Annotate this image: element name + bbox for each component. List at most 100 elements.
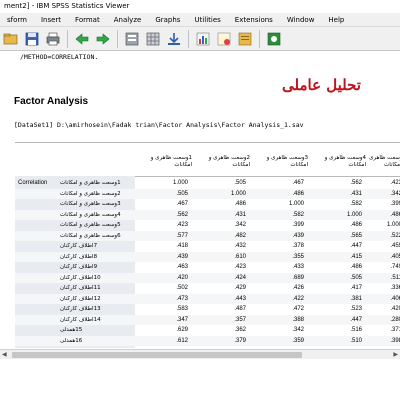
table-cell: .417 bbox=[350, 285, 362, 291]
insert-text-icon[interactable] bbox=[215, 30, 233, 48]
table-cell: .473 bbox=[176, 295, 188, 302]
column-header: 2وسعت ظاهری و امکانات bbox=[208, 155, 250, 168]
table-cell: .689 bbox=[292, 274, 304, 281]
table-cell: .467 bbox=[176, 201, 188, 207]
toolbar-separator bbox=[117, 29, 118, 48]
table-cell: .486 bbox=[350, 222, 362, 228]
table-row: 4وسعت ظاهری و امکانات .562 .431 .582 1.000 .4… bbox=[15, 209, 400, 220]
back-arrow-icon[interactable] bbox=[73, 30, 91, 48]
table-cell: .510 bbox=[350, 337, 362, 344]
table-cell: .357 bbox=[234, 316, 246, 323]
table-cell: .439 bbox=[176, 253, 188, 260]
table-cell: .487 bbox=[234, 306, 246, 312]
table-cell: .523 bbox=[350, 306, 362, 312]
table-cell: .388 bbox=[292, 316, 304, 323]
table-cell: .423 bbox=[390, 180, 400, 186]
table-cell: .582 bbox=[292, 211, 304, 218]
menu-utilities[interactable]: Utilities bbox=[187, 13, 227, 26]
column-header: 3وسعت ظاهری و امکانات bbox=[266, 155, 308, 168]
table-cell: .459 bbox=[390, 243, 400, 249]
row-label: 15همدلی bbox=[60, 327, 83, 333]
table-cell: .565 bbox=[350, 232, 362, 239]
table-row: 5وسعت ظاهری و امکانات .423 .342 .399 .486 1.0… bbox=[15, 220, 400, 230]
table-cell: .610 bbox=[234, 253, 246, 260]
menu-graphs[interactable]: Graphs bbox=[148, 13, 187, 26]
open-file-icon[interactable] bbox=[2, 30, 20, 48]
designate-window-icon[interactable] bbox=[265, 30, 283, 48]
menu-help[interactable]: Help bbox=[321, 13, 351, 26]
chart-icon[interactable] bbox=[194, 30, 212, 48]
table-cell: .447 bbox=[350, 243, 362, 249]
row-label: 14اطلاف کارکنان bbox=[60, 316, 101, 323]
table-cell: .486 bbox=[292, 190, 304, 197]
table-cell: .562 bbox=[350, 180, 362, 186]
toolbar-separator bbox=[67, 29, 68, 48]
row-label: 10اطلاف کارکنان bbox=[60, 274, 101, 281]
table-cell: .486 bbox=[390, 211, 400, 218]
scrollbar-thumb[interactable] bbox=[12, 352, 302, 358]
table-corner bbox=[15, 143, 135, 177]
table-cell: .463 bbox=[176, 264, 188, 270]
menu-transform[interactable]: sform bbox=[0, 13, 34, 26]
menu-analyze[interactable]: Analyze bbox=[107, 13, 149, 26]
table-cell: .582 bbox=[350, 201, 362, 207]
syntax-text: /METHOD=CORRELATION. bbox=[20, 53, 99, 61]
menu-format[interactable]: Format bbox=[68, 13, 107, 26]
output-viewer-pane: /METHOD=CORRELATION. تحلیل عاملی Factor … bbox=[0, 51, 400, 349]
script-icon[interactable] bbox=[236, 30, 254, 48]
column-header: 4وسعت ظاهری و امکانات bbox=[324, 155, 366, 168]
table-cell: .342 bbox=[292, 327, 304, 333]
row-label: 5وسعت ظاهری و امکانات bbox=[60, 222, 121, 228]
menu-window[interactable]: Window bbox=[280, 13, 322, 26]
data-editor-icon[interactable] bbox=[144, 30, 162, 48]
row-label: 4وسعت ظاهری و امکانات bbox=[60, 211, 121, 218]
table-cell: 1.000 bbox=[346, 211, 362, 218]
row-label: 3وسعت ظاهری و امکانات bbox=[60, 201, 121, 207]
table-cell: .359 bbox=[292, 337, 304, 344]
table-cell: .422 bbox=[292, 295, 304, 302]
persian-title: تحلیل عاملی bbox=[282, 76, 361, 94]
table-cell: .420 bbox=[390, 306, 400, 312]
print-icon[interactable] bbox=[44, 30, 62, 48]
table-row: 3وسعت ظاهری و امکانات .467 .486 1.000 .582 .3… bbox=[15, 199, 400, 209]
table-cell: .426 bbox=[292, 285, 304, 291]
table-row: 2وسعت ظاهری و امکانات .505 1.000 .486 .431 .3… bbox=[15, 188, 400, 199]
table-cell: .355 bbox=[292, 253, 304, 260]
scroll-left-icon[interactable]: ◀ bbox=[2, 351, 7, 358]
row-label: 6وسعت ظاهری و امکانات bbox=[60, 232, 121, 239]
table-cell: .443 bbox=[234, 295, 246, 302]
row-label: 13اطلاف کارکنان bbox=[60, 306, 101, 312]
row-label: 12اطلاف کارکنان bbox=[60, 295, 101, 302]
correlation-matrix-table[interactable]: 1وسعت ظاهری و امکانات 2وسعت ظاهری و امکا… bbox=[15, 142, 400, 348]
save-icon[interactable] bbox=[23, 30, 41, 48]
table-cell: .562 bbox=[176, 211, 188, 218]
row-label: 2وسعت ظاهری و امکانات bbox=[60, 190, 121, 197]
table-cell: .423 bbox=[176, 222, 188, 228]
table-row: 12اطلاف کارکنان .473 .443 .422 .381 .406 bbox=[15, 293, 400, 304]
scroll-right-icon[interactable]: ▶ bbox=[393, 351, 398, 358]
table-row: 8اطلاف کارکنان .439 .610 .355 .415 .405 bbox=[15, 251, 400, 262]
table-cell: .342 bbox=[390, 190, 400, 197]
toolbar-separator bbox=[259, 29, 260, 48]
table-cell: .522 bbox=[390, 232, 400, 239]
insert-output-icon[interactable] bbox=[165, 30, 183, 48]
table-cell: .431 bbox=[350, 190, 362, 197]
table-cell: .749 bbox=[390, 264, 400, 270]
table-cell: .505 bbox=[350, 274, 362, 281]
menu-insert[interactable]: Insert bbox=[34, 13, 68, 26]
dataset-path: [DataSet1] D:\amirhosein\Fadak trian\Fac… bbox=[14, 121, 304, 129]
table-cell: .399 bbox=[390, 201, 400, 207]
table-cell: 1.000 bbox=[386, 222, 400, 228]
row-label: 1وسعت ظاهری و امکانات bbox=[60, 180, 121, 186]
factor-analysis-heading: Factor Analysis bbox=[14, 96, 89, 107]
forward-arrow-icon[interactable] bbox=[94, 30, 112, 48]
table-cell: .405 bbox=[390, 253, 400, 260]
table-cell: .379 bbox=[234, 337, 246, 344]
export-icon[interactable] bbox=[123, 30, 141, 48]
menu-extensions[interactable]: Extensions bbox=[228, 13, 280, 26]
column-header: 1وسعت ظاهری و امکانات bbox=[150, 155, 192, 168]
horizontal-scrollbar[interactable]: ◀ ▶ bbox=[0, 349, 400, 359]
table-cell: .505 bbox=[234, 180, 246, 186]
window-title: ment2] - IBM SPSS Statistics Viewer bbox=[0, 0, 400, 12]
table-cell: .432 bbox=[234, 243, 246, 249]
